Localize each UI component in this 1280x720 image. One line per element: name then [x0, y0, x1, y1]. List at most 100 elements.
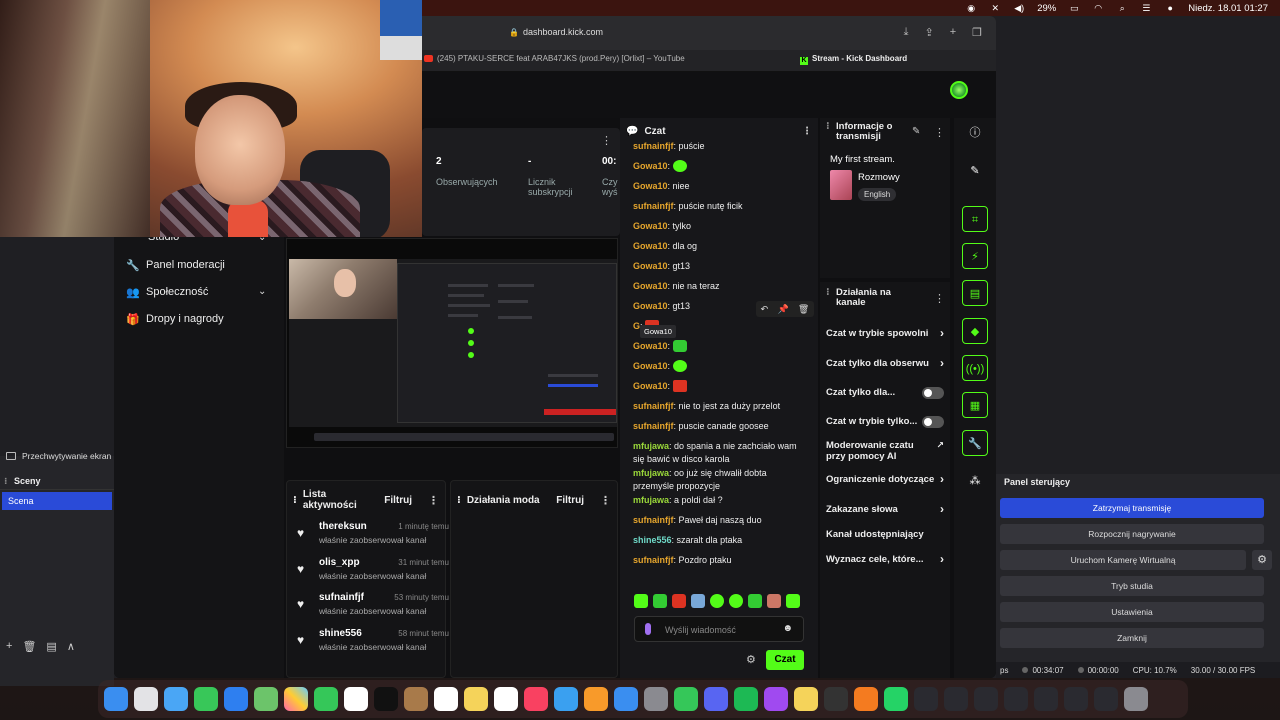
chat-username[interactable]: sufnainfjf	[633, 555, 674, 565]
tab-kick-dashboard[interactable]: K Stream - Kick Dashboard	[800, 54, 970, 68]
obs-icon[interactable]	[824, 687, 848, 711]
messenger-icon[interactable]	[764, 687, 788, 711]
emote-button[interactable]	[729, 594, 743, 608]
chat-message[interactable]: Gowa10:	[633, 160, 808, 173]
more-icon[interactable]: ⋮	[934, 292, 945, 305]
info-icon[interactable]: ⓘ	[962, 120, 988, 146]
control-center-icon[interactable]: ☰	[1140, 3, 1152, 13]
music-icon[interactable]	[524, 687, 548, 711]
discord-icon[interactable]	[704, 687, 728, 711]
sharing-channel-row[interactable]: Kanał udostępniający	[826, 529, 948, 540]
chat-icon[interactable]: ◆	[962, 318, 988, 344]
pin-icon[interactable]: 📌	[777, 304, 788, 315]
up-arrow-icon[interactable]: ∧	[67, 640, 75, 653]
emote-button[interactable]	[634, 594, 648, 608]
more-icon[interactable]: ⋮	[802, 126, 812, 137]
subs-only-toggle[interactable]	[922, 387, 944, 399]
add-icon[interactable]: +	[6, 640, 12, 652]
chat-username[interactable]: Gowa10	[633, 341, 668, 351]
share-icon[interactable]: ⇪	[924, 26, 933, 39]
notes-folder-icon[interactable]	[794, 687, 818, 711]
activity-filter-button[interactable]: Filtruj	[384, 495, 412, 506]
chat-message[interactable]: Gowa10: nie na teraz	[633, 280, 808, 293]
virtual-camera-button[interactable]: Uruchom Kamerę Wirtualną	[1000, 550, 1246, 570]
emote-button[interactable]	[672, 594, 686, 608]
contacts-icon[interactable]	[404, 687, 428, 711]
more-icon[interactable]: ⋮	[600, 494, 611, 507]
mic-icon[interactable]	[645, 623, 651, 635]
chat-username[interactable]: sufnainfjf	[633, 515, 674, 525]
goals-row[interactable]: Wyznacz cele, które... ›	[826, 553, 948, 565]
stream-category[interactable]: Rozmowy	[858, 172, 900, 183]
tabs-overview-icon[interactable]: ❐	[972, 26, 982, 39]
emote-button[interactable]	[691, 594, 705, 608]
slow-mode-row[interactable]: Czat w trybie spowolni ›	[826, 327, 948, 339]
trash-icon[interactable]: 🗑	[22, 640, 36, 653]
chat-message[interactable]: Gowa10:	[633, 360, 808, 373]
chat-username[interactable]: sufnainfjf	[633, 141, 674, 151]
chat-username[interactable]: Gowa10	[633, 241, 668, 251]
restrictions-row[interactable]: Ograniczenie dotyczące ›	[826, 473, 948, 485]
activity-user[interactable]: thereksun	[319, 521, 367, 532]
minimized-window[interactable]	[914, 687, 938, 711]
emote-button[interactable]	[767, 594, 781, 608]
emote-button[interactable]	[748, 594, 762, 608]
minimized-window[interactable]	[974, 687, 998, 711]
chat-message[interactable]: sufnainfjf: puście nutę ficik	[633, 200, 808, 213]
user-avatar[interactable]	[950, 81, 968, 99]
chat-username[interactable]: Gowa10	[633, 381, 668, 391]
more-icon[interactable]: ⋮	[428, 494, 439, 507]
chat-message[interactable]: Gowa10:	[633, 380, 808, 393]
ai-moderation-row[interactable]: Moderowanie czatu przy pomocy AI ↗	[826, 440, 948, 462]
reminders-icon[interactable]	[434, 687, 458, 711]
drag-handle-icon[interactable]: ⁝	[293, 495, 297, 506]
chat-username[interactable]: shine556	[633, 535, 672, 545]
chat-send-button[interactable]: Czat	[766, 650, 804, 670]
chat-message[interactable]: Gowa10: gt13	[633, 260, 808, 273]
facetime-icon[interactable]	[314, 687, 338, 711]
wifi-icon[interactable]: ◠	[1092, 3, 1104, 13]
menubar-datetime[interactable]: Niedz. 18.01 01:27	[1188, 3, 1268, 14]
appletv-icon[interactable]	[374, 687, 398, 711]
photos-icon[interactable]	[284, 687, 308, 711]
maps-icon[interactable]	[254, 687, 278, 711]
pencil-icon[interactable]: ✎	[912, 126, 920, 137]
broadcast-icon[interactable]: ((•))	[962, 355, 988, 381]
chat-username[interactable]: G	[633, 321, 640, 331]
activity-user[interactable]: olis_xpp	[319, 557, 360, 568]
chat-message[interactable]: Gowa10: dla og	[633, 240, 808, 253]
chat-username[interactable]: sufnainfjf	[633, 401, 674, 411]
whatsapp-icon[interactable]	[884, 687, 908, 711]
emote-button[interactable]	[710, 594, 724, 608]
banned-words-row[interactable]: Zakazane słowa ›	[826, 503, 948, 515]
messages-icon[interactable]	[194, 687, 218, 711]
keynote-icon[interactable]	[554, 687, 578, 711]
chat-message[interactable]: mfujawa: do spania a nie zachciało wam s…	[633, 440, 808, 466]
followers-only-row[interactable]: Czat tylko dla obserwu ›	[826, 357, 948, 369]
chat-message[interactable]: sufnainfjf: nie to jest za duży przelot	[633, 400, 808, 413]
spotify-icon[interactable]	[734, 687, 758, 711]
chat-message[interactable]: mfujawa: oo już się chwalił dobta przemy…	[633, 467, 808, 493]
minimized-window[interactable]	[1094, 687, 1118, 711]
freeform-icon[interactable]	[494, 687, 518, 711]
emote-button[interactable]	[653, 594, 667, 608]
document-icon[interactable]: ▤	[962, 280, 988, 306]
safari-icon[interactable]	[164, 687, 188, 711]
chat-username[interactable]: Gowa10	[633, 281, 668, 291]
obs-status-icon[interactable]: ◉	[965, 3, 977, 13]
edit-icon[interactable]: ✎	[962, 158, 988, 184]
launchpad-icon[interactable]	[134, 687, 158, 711]
activity-user[interactable]: shine556	[319, 628, 362, 639]
battery-icon[interactable]: ▭	[1068, 3, 1080, 13]
start-recording-button[interactable]: Rozpocznij nagrywanie	[1000, 524, 1264, 544]
virtual-camera-settings-icon[interactable]: ⚙	[1252, 550, 1272, 570]
calendar-icon[interactable]	[344, 687, 368, 711]
stream-preview[interactable]	[286, 238, 618, 448]
stop-stream-button[interactable]: Zatrzymaj transmisję	[1000, 498, 1264, 518]
minimized-window[interactable]	[1034, 687, 1058, 711]
studio-mode-button[interactable]: Tryb studia	[1000, 576, 1264, 596]
delete-icon[interactable]: 🗑	[798, 304, 809, 315]
chat-username[interactable]: Gowa10	[633, 161, 668, 171]
chat-message[interactable]: Gowa10: niee	[633, 180, 808, 193]
notes-icon[interactable]	[464, 687, 488, 711]
